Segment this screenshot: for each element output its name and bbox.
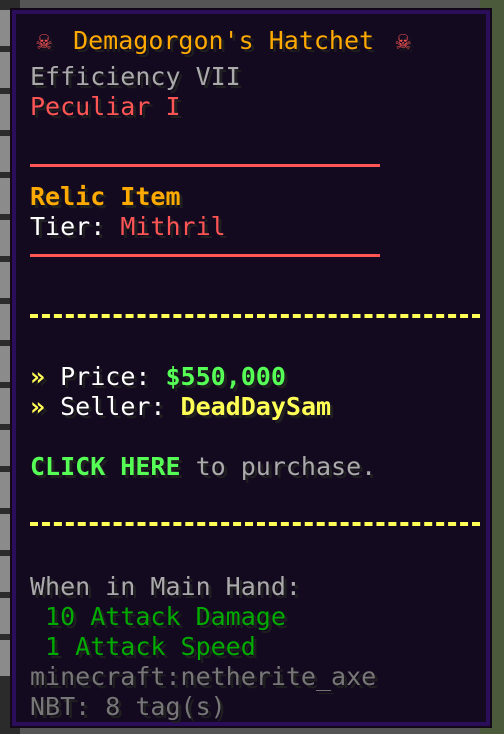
price-value: $550,000 bbox=[165, 362, 286, 391]
skull-icon: ☠ bbox=[36, 26, 52, 55]
item-tooltip: ☠ Demagorgon's Hatchet ☠ Efficiency VII … bbox=[10, 8, 492, 728]
tier-line: Tier: Mithril bbox=[30, 212, 226, 242]
arrow-icon: » bbox=[30, 362, 46, 391]
enchant-peculiar: Peculiar I bbox=[30, 92, 181, 121]
item-id: minecraft:netherite_axe bbox=[30, 662, 377, 691]
nbt-count: NBT: 8 tag(s) bbox=[30, 692, 226, 721]
enchant-efficiency: Efficiency VII bbox=[30, 62, 241, 91]
tier-value: Mithril bbox=[120, 212, 226, 241]
separator-yellow bbox=[30, 522, 480, 526]
skull-icon: ☠ bbox=[395, 26, 411, 55]
seller-line: » Seller: DeadDaySam bbox=[30, 392, 331, 422]
main-hand-header: When in Main Hand: bbox=[30, 572, 301, 601]
separator-red bbox=[30, 254, 380, 257]
tier-label: Tier: bbox=[30, 212, 121, 241]
purchase-line[interactable]: CLICK HERE to purchase. bbox=[30, 452, 376, 482]
item-title: Demagorgon's Hatchet bbox=[73, 26, 375, 55]
purchase-text: to purchase. bbox=[180, 452, 377, 481]
seller-label: Seller: bbox=[45, 392, 181, 421]
arrow-icon: » bbox=[30, 392, 46, 421]
price-label: Price: bbox=[45, 362, 166, 391]
click-here-link[interactable]: CLICK HERE bbox=[30, 452, 181, 481]
rarity-label: Relic Item bbox=[30, 182, 181, 211]
attack-damage: 10 Attack Damage bbox=[30, 602, 286, 631]
separator-yellow bbox=[30, 314, 480, 318]
separator-red bbox=[30, 164, 380, 167]
item-title-line: ☠ Demagorgon's Hatchet ☠ bbox=[30, 26, 417, 56]
price-line: » Price: $550,000 bbox=[30, 362, 286, 392]
attack-speed: 1 Attack Speed bbox=[30, 632, 256, 661]
seller-name: DeadDaySam bbox=[180, 392, 332, 421]
